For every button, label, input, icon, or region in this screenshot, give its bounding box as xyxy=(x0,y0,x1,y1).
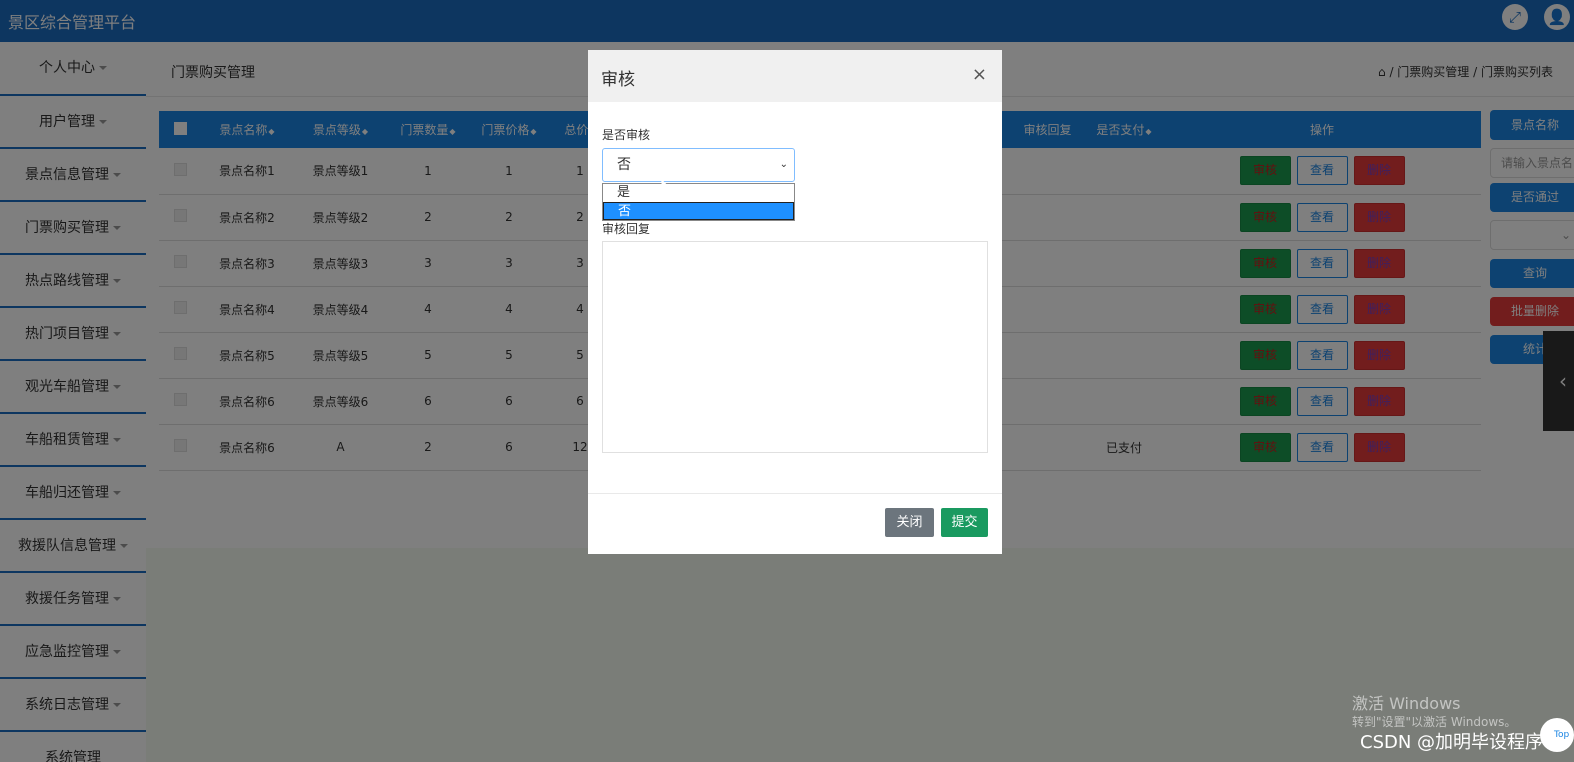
windows-watermark: 激活 Windows xyxy=(1352,694,1461,713)
reply-textarea[interactable] xyxy=(602,241,988,453)
audit-dropdown: 是 否 xyxy=(602,183,795,221)
option-yes[interactable]: 是 xyxy=(603,184,794,202)
csdn-watermark: CSDN @加明毕设程序 xyxy=(1360,732,1544,753)
modal-header: 审核 × xyxy=(588,50,1002,102)
audit-select[interactable]: 否 ⌄ xyxy=(602,148,795,182)
modal-title: 审核 xyxy=(601,70,635,90)
audit-field-label: 是否审核 xyxy=(602,128,651,142)
reply-label: 审核回复 xyxy=(602,222,651,236)
modal-close-button[interactable]: 关闭 xyxy=(885,508,934,537)
modal-footer: 关闭 提交 xyxy=(588,493,1002,554)
back-to-top-button[interactable]: Top xyxy=(1540,718,1574,752)
option-no[interactable]: 否 xyxy=(603,202,794,220)
chevron-down-icon: ⌄ xyxy=(779,159,788,170)
audit-modal: 审核 × 是否审核 否 ⌄ 审核回复 是 否 关闭 提交 xyxy=(588,50,1002,554)
close-icon[interactable]: × xyxy=(972,64,987,85)
audit-select-value: 否 xyxy=(617,157,631,173)
modal-submit-button[interactable]: 提交 xyxy=(941,508,988,537)
